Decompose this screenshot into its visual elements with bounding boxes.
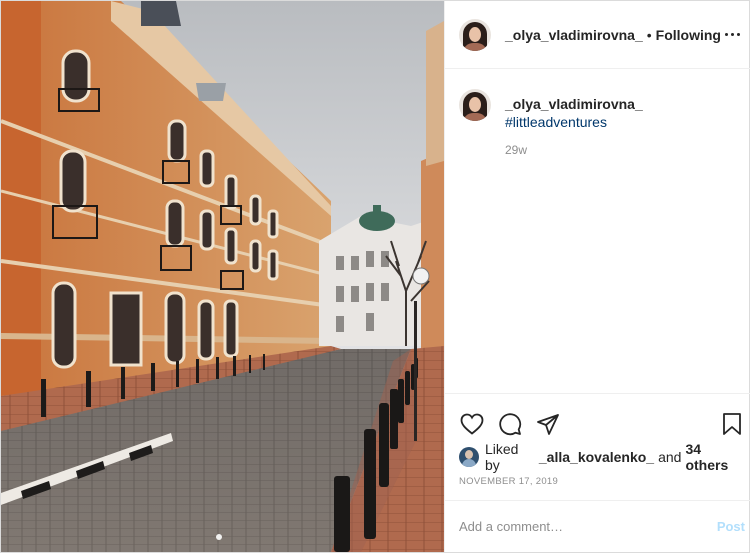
paper-plane-icon[interactable] xyxy=(535,411,561,437)
likes-summary: Liked by _alla_kovalenko_ and 34 others xyxy=(459,441,745,473)
bookmark-icon[interactable] xyxy=(719,411,745,437)
post-caption: _olya_vladimirovna_ #littleadventures 29… xyxy=(459,89,745,159)
likes-others-count[interactable]: 34 others xyxy=(685,441,745,473)
likes-connector: and xyxy=(658,449,682,465)
author-username[interactable]: _olya_vladimirovna_ xyxy=(505,27,643,43)
caption-time[interactable]: 29w xyxy=(505,141,745,159)
caption-avatar[interactable] xyxy=(459,89,491,121)
post-actions: Liked by _alla_kovalenko_ and 34 others … xyxy=(445,393,750,494)
post-side-panel: _olya_vladimirovna_ • Following _olya_vl… xyxy=(444,1,750,552)
post-header: _olya_vladimirovna_ • Following xyxy=(445,1,750,69)
liker-username[interactable]: _alla_kovalenko_ xyxy=(539,449,654,465)
post-modal: _olya_vladimirovna_ • Following _olya_vl… xyxy=(0,0,750,553)
post-comment-button[interactable]: Post xyxy=(717,519,745,534)
action-icons xyxy=(459,402,745,446)
caption-username[interactable]: _olya_vladimirovna_ xyxy=(505,96,643,112)
post-date[interactable]: NOVEMBER 17, 2019 xyxy=(459,476,745,494)
add-comment-bar: Post xyxy=(445,500,750,552)
comment-input[interactable] xyxy=(459,519,717,534)
likes-prefix: Liked by xyxy=(485,441,519,473)
heart-icon[interactable] xyxy=(459,411,485,437)
comment-icon[interactable] xyxy=(497,411,523,437)
street-photo-illustration xyxy=(1,1,444,552)
caption-hashtag[interactable]: #littleadventures xyxy=(505,114,607,130)
follow-status-button[interactable]: Following xyxy=(656,27,721,43)
carousel-dot[interactable] xyxy=(216,534,222,540)
post-photo[interactable] xyxy=(1,1,444,552)
liker-avatar[interactable] xyxy=(459,447,479,467)
more-options-icon[interactable] xyxy=(721,23,745,47)
header-separator: • xyxy=(646,26,652,43)
author-avatar[interactable] xyxy=(459,18,491,51)
comments-area: _olya_vladimirovna_ #littleadventures 29… xyxy=(445,69,750,393)
